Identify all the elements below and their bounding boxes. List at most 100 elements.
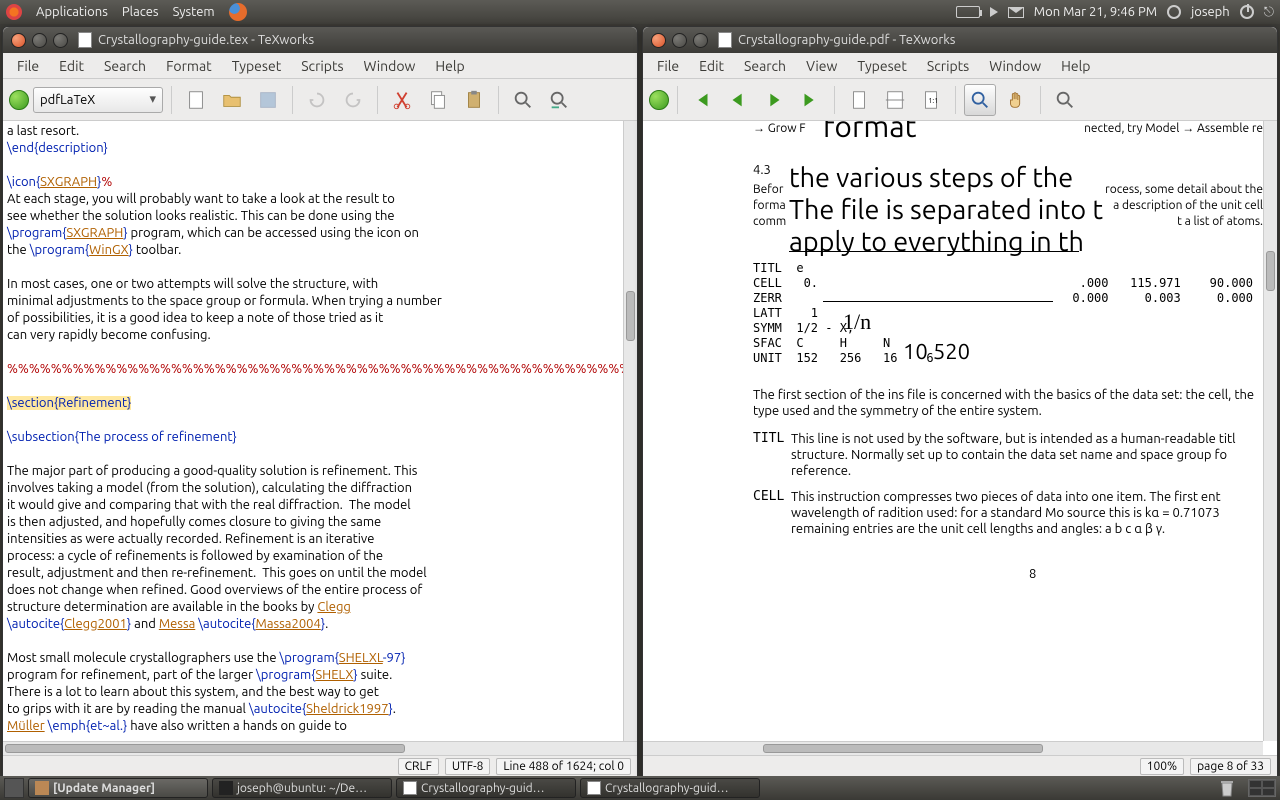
battery-icon[interactable] [956,6,980,18]
pdf-text: format [823,121,916,143]
clock[interactable]: Mon Mar 21, 9:46 PM [1034,5,1157,19]
document-icon [718,32,732,48]
task-update-manager[interactable]: [Update Manager] [28,778,208,798]
volume-icon[interactable] [990,7,998,17]
pdf-text: SYMM 1/2 - X, [753,321,854,335]
firefox-icon[interactable] [229,3,247,21]
engine-combo[interactable]: pdfLaTeX [33,87,163,113]
viewer-menubar: File Edit Search View Typeset Scripts Wi… [643,53,1277,79]
pdf-text: Befor [753,183,783,196]
close-button[interactable] [651,33,666,48]
redo-icon[interactable] [337,84,369,116]
trash-icon[interactable] [1218,778,1236,798]
username[interactable]: joseph [1191,5,1230,19]
menu-format[interactable]: Format [156,54,222,78]
pdf-text: forma [753,199,786,212]
close-button[interactable] [11,33,26,48]
menu-file[interactable]: File [647,54,689,78]
viewer-titlebar[interactable]: Crystallography-guide.pdf - TeXworks [643,27,1277,53]
menu-edit[interactable]: Edit [49,54,94,78]
pdf-text: The file is separated into t [789,195,1103,225]
menu-view[interactable]: View [796,54,847,78]
fit-page-icon[interactable] [843,84,875,116]
paste-icon[interactable] [458,84,490,116]
applications-menu[interactable]: Applications [36,5,108,19]
pdf-text: .000 115.971 90.000 [1080,276,1253,290]
menu-window[interactable]: Window [979,54,1051,78]
document-icon [78,32,92,48]
pdf-text: t a list of atoms. [1177,215,1263,228]
status-zoom[interactable]: 100% [1140,758,1184,775]
hand-icon[interactable] [1000,84,1032,116]
cut-icon[interactable] [386,84,418,116]
svg-text:1:1: 1:1 [928,96,938,104]
power-icon[interactable] [1240,5,1254,19]
fit-width-icon[interactable] [879,84,911,116]
menu-search[interactable]: Search [734,54,796,78]
ubuntu-logo-icon[interactable] [6,4,22,20]
menu-help[interactable]: Help [425,54,474,78]
workspace-switcher[interactable] [1248,779,1276,797]
menu-window[interactable]: Window [354,54,426,78]
menu-edit[interactable]: Edit [689,54,734,78]
editor-vscrollbar[interactable] [623,121,637,741]
copy-icon[interactable] [422,84,454,116]
last-page-icon[interactable] [794,84,826,116]
editor-window: Crystallography-guide.tex - TeXworks Fil… [2,26,638,778]
source-editor[interactable]: a last resort. \end{description} \icon{S… [3,121,623,741]
menu-scripts[interactable]: Scripts [291,54,353,78]
pdf-text: UNIT 152 256 16 6 [753,351,934,365]
show-desktop-icon[interactable] [4,778,24,798]
minimize-button[interactable] [672,33,687,48]
task-terminal[interactable]: joseph@ubuntu: ~/De… [212,778,392,798]
actual-size-icon[interactable]: 1:1 [915,84,947,116]
typeset-button[interactable] [649,90,669,110]
editor-hscrollbar[interactable] [3,741,637,755]
status-position: Line 488 of 1624; col 0 [496,758,631,775]
pdf-item: CELLThis instruction compresses two piec… [753,489,1263,537]
viewer-vscrollbar[interactable] [1263,121,1277,741]
maximize-button[interactable] [693,33,708,48]
typeset-button[interactable] [9,90,29,110]
menu-typeset[interactable]: Typeset [222,54,292,78]
editor-titlebar[interactable]: Crystallography-guide.tex - TeXworks [3,27,637,53]
find-icon[interactable] [507,84,539,116]
minimize-button[interactable] [32,33,47,48]
user-switch-icon[interactable] [1167,5,1181,19]
menu-help[interactable]: Help [1051,54,1100,78]
accessibility-icon[interactable]: ⎋ [1264,5,1274,20]
save-icon[interactable] [252,84,284,116]
new-icon[interactable] [180,84,212,116]
pdf-canvas[interactable]: → Grow F format nected, try Model → Asse… [643,121,1277,755]
maximize-button[interactable] [53,33,68,48]
gnome-top-panel: Applications Places System Mon Mar 21, 9… [0,0,1280,24]
zoom-icon[interactable] [964,84,996,116]
prev-page-icon[interactable] [722,84,754,116]
pdf-text: LATT 1 [753,306,818,320]
mail-icon[interactable] [1008,7,1024,18]
find-icon[interactable] [1049,84,1081,116]
menu-file[interactable]: File [7,54,49,78]
viewer-statusbar: 100% page 8 of 33 [643,755,1277,777]
next-page-icon[interactable] [758,84,790,116]
menu-scripts[interactable]: Scripts [917,54,979,78]
replace-icon[interactable] [543,84,575,116]
menu-typeset[interactable]: Typeset [847,54,917,78]
places-menu[interactable]: Places [122,5,159,19]
system-menu[interactable]: System [173,5,215,19]
status-eol[interactable]: CRLF [398,758,439,775]
pdf-text: 1/n [843,309,871,335]
pdf-text: a description of the unit cell [1113,199,1263,212]
undo-icon[interactable] [301,84,333,116]
pdf-item: TITLThis line is not used by the softwar… [753,431,1263,479]
gnome-bottom-panel: [Update Manager] joseph@ubuntu: ~/De… Cr… [0,776,1280,800]
first-page-icon[interactable] [686,84,718,116]
pdf-text: ZERR [753,291,782,305]
pdf-text: TITL e [753,261,804,275]
open-icon[interactable] [216,84,248,116]
task-pdf-viewer[interactable]: Crystallography-guid… [580,778,760,798]
task-tex-editor[interactable]: Crystallography-guid… [396,778,576,798]
menu-search[interactable]: Search [94,54,156,78]
status-encoding[interactable]: UTF-8 [445,758,490,775]
viewer-hscrollbar[interactable] [643,741,1263,755]
